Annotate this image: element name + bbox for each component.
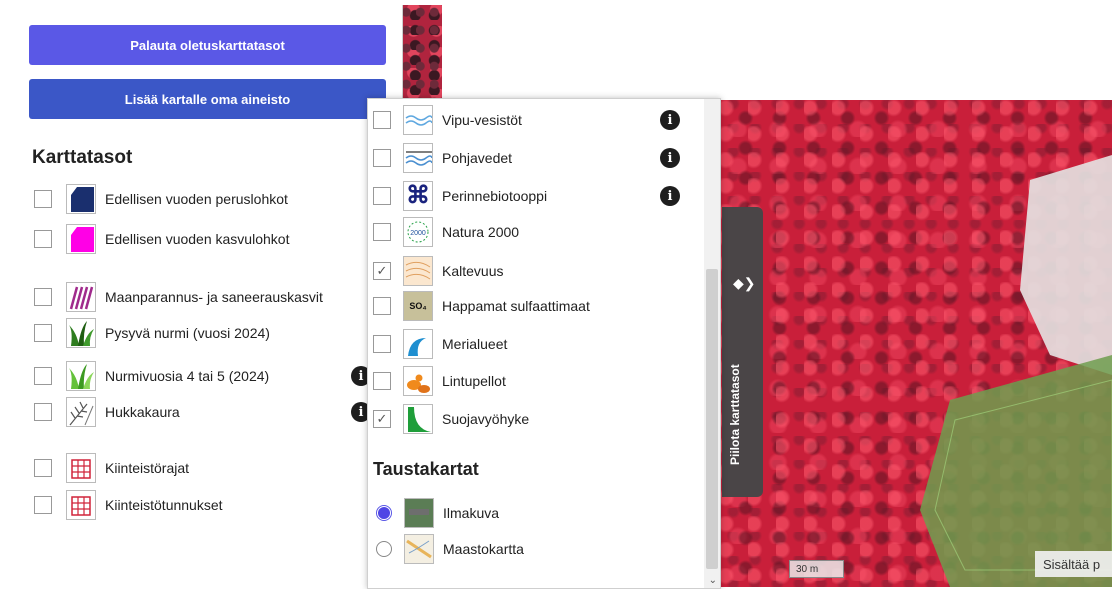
layer-row-sulfaattimaat[interactable]: SO₄ Happamat sulfaattimaat bbox=[373, 289, 590, 323]
reset-default-layers-button[interactable]: Palauta oletuskarttatasot bbox=[29, 25, 386, 65]
layers-collapse-icon: ◆❯ bbox=[733, 275, 756, 291]
scrollbar-thumb[interactable] bbox=[706, 269, 718, 569]
layer-row-kaltevuus[interactable]: ✓ Kaltevuus bbox=[373, 254, 503, 288]
layer-row-pohjavedet[interactable]: Pohjavedet i bbox=[373, 141, 680, 175]
layer-checkbox[interactable] bbox=[373, 335, 391, 353]
layer-row-peruslohkot[interactable]: Edellisen vuoden peruslohkot bbox=[34, 182, 288, 216]
layer-checkbox[interactable] bbox=[34, 459, 52, 477]
sulfate-soil-icon: SO₄ bbox=[403, 291, 433, 321]
radio-selected[interactable] bbox=[376, 505, 392, 521]
map-layers-heading: Karttatasot bbox=[32, 147, 133, 168]
layer-label: Merialueet bbox=[442, 336, 508, 352]
layers-panel: Palauta oletuskarttatasot Lisää kartalle… bbox=[16, 5, 403, 523]
background-maps-heading: Taustakartat bbox=[373, 459, 479, 479]
map-attribution[interactable]: Sisältää p bbox=[1035, 551, 1112, 577]
layer-label: Suojavyöhyke bbox=[442, 411, 530, 427]
aerial-map[interactable] bbox=[720, 100, 1112, 587]
terrain-map-thumbnail-icon bbox=[404, 534, 434, 564]
natura-logo-text: 2000 bbox=[410, 230, 426, 237]
layer-checkbox[interactable] bbox=[373, 149, 391, 167]
layer-checkbox[interactable] bbox=[373, 372, 391, 390]
layer-label: Edellisen vuoden peruslohkot bbox=[105, 191, 288, 207]
layer-row-perinnebiotooppi[interactable]: ⌘ Perinnebiotooppi i bbox=[373, 179, 680, 213]
layer-label: Edellisen vuoden kasvulohkot bbox=[105, 231, 290, 247]
layer-row-pysyva-nurmi[interactable]: Pysyvä nurmi (vuosi 2024) bbox=[34, 316, 270, 350]
layer-label: Kiinteistörajat bbox=[105, 460, 190, 476]
groundwater-icon bbox=[403, 143, 433, 173]
layer-label: Kaltevuus bbox=[442, 263, 504, 279]
layer-checkbox[interactable] bbox=[373, 223, 391, 241]
hide-layers-label: Piilota karttatasot bbox=[728, 364, 742, 465]
layer-checkbox[interactable] bbox=[373, 187, 391, 205]
layer-checkbox[interactable]: ✓ bbox=[373, 410, 391, 428]
layer-checkbox[interactable] bbox=[34, 403, 52, 421]
layer-row-nurmivuosia[interactable]: Nurmivuosia 4 tai 5 (2024) i bbox=[34, 359, 371, 393]
background-option-maastokartta[interactable]: Maastokartta bbox=[376, 532, 524, 566]
background-option-label: Ilmakuva bbox=[443, 505, 500, 521]
layer-row-kasvulohkot[interactable]: Edellisen vuoden kasvulohkot bbox=[34, 222, 289, 256]
layer-label: Happamat sulfaattimaat bbox=[442, 298, 590, 314]
layer-checkbox[interactable] bbox=[34, 230, 52, 248]
layer-label: Pohjavedet bbox=[442, 150, 513, 166]
layer-label: Vipu-vesistöt bbox=[442, 112, 522, 128]
bare-field-area bbox=[1020, 155, 1112, 375]
purple-stripes-icon bbox=[66, 282, 96, 312]
layers-popup: ⌄ Vipu-vesistöt i Pohjavedet i ⌘ Perinne… bbox=[367, 98, 721, 589]
background-option-label: Maastokartta bbox=[443, 541, 524, 557]
scroll-down-icon[interactable]: ⌄ bbox=[709, 575, 717, 586]
info-icon[interactable]: i bbox=[660, 186, 680, 206]
layer-label: Nurmivuosia 4 tai 5 (2024) bbox=[105, 368, 270, 384]
property-fence-icon bbox=[66, 490, 96, 520]
background-option-ilmakuva[interactable]: Ilmakuva bbox=[376, 496, 499, 530]
layer-label: Natura 2000 bbox=[442, 224, 520, 240]
wild-oat-icon bbox=[66, 397, 96, 427]
layer-checkbox[interactable]: ✓ bbox=[373, 262, 391, 280]
property-fence-icon bbox=[66, 453, 96, 483]
layer-label: Hukkakaura bbox=[105, 404, 180, 420]
layer-checkbox[interactable] bbox=[34, 324, 52, 342]
layer-checkbox[interactable] bbox=[373, 111, 391, 129]
popup-scrollbar[interactable]: ⌄ bbox=[704, 99, 720, 588]
layer-row-vipu-vesistot[interactable]: Vipu-vesistöt i bbox=[373, 103, 680, 137]
slope-contour-icon bbox=[403, 256, 433, 286]
layer-row-kiinteistorajat[interactable]: Kiinteistörajat bbox=[34, 451, 189, 485]
grass-light-icon bbox=[66, 361, 96, 391]
hide-layers-tab[interactable]: ◆❯ Piilota karttatasot bbox=[722, 207, 763, 497]
layer-label: Kiinteistötunnukset bbox=[105, 497, 223, 513]
add-own-data-button[interactable]: Lisää kartalle oma aineisto bbox=[29, 79, 386, 119]
layer-label: Maanparannus- ja saneerauskasvit bbox=[105, 289, 323, 305]
map-overlays bbox=[920, 155, 1112, 587]
layer-row-lintupellot[interactable]: Lintupellot bbox=[373, 364, 506, 398]
layer-row-maanparannus[interactable]: Maanparannus- ja saneerauskasvit bbox=[34, 280, 323, 314]
natura-2000-icon: 2000 bbox=[403, 217, 433, 247]
layer-row-hukkakaura[interactable]: Hukkakaura i bbox=[34, 395, 371, 429]
sea-wave-icon bbox=[403, 329, 433, 359]
info-icon[interactable]: i bbox=[660, 148, 680, 168]
layer-label: Pysyvä nurmi (vuosi 2024) bbox=[105, 325, 270, 341]
layer-row-suojavyohyke[interactable]: ✓ Suojavyöhyke bbox=[373, 402, 529, 436]
layer-row-natura-2000[interactable]: 2000 Natura 2000 bbox=[373, 215, 519, 249]
layer-checkbox[interactable] bbox=[34, 190, 52, 208]
info-icon[interactable]: i bbox=[660, 110, 680, 130]
layer-label: Perinnebiotooppi bbox=[442, 188, 548, 204]
layer-checkbox[interactable] bbox=[34, 496, 52, 514]
grass-icon bbox=[66, 318, 96, 348]
layer-checkbox[interactable] bbox=[34, 288, 52, 306]
dark-blue-parcel-icon bbox=[66, 184, 96, 214]
map-scale-bar: 30 m bbox=[789, 560, 844, 578]
heritage-biotope-icon: ⌘ bbox=[403, 181, 433, 211]
buffer-zone-icon bbox=[403, 404, 433, 434]
aerial-thumbnail-icon bbox=[404, 498, 434, 528]
water-waves-icon bbox=[403, 105, 433, 135]
aerial-map-strip[interactable] bbox=[402, 5, 442, 105]
layer-row-kiinteistotunnukset[interactable]: Kiinteistötunnukset bbox=[34, 488, 223, 522]
magenta-parcel-icon bbox=[66, 224, 96, 254]
layer-checkbox[interactable] bbox=[34, 367, 52, 385]
layer-row-merialueet[interactable]: Merialueet bbox=[373, 327, 507, 361]
sulfate-icon-text: SO₄ bbox=[409, 301, 427, 311]
radio-unselected[interactable] bbox=[376, 541, 392, 557]
layer-checkbox[interactable] bbox=[373, 297, 391, 315]
birds-icon bbox=[403, 366, 433, 396]
layer-label: Lintupellot bbox=[442, 373, 506, 389]
